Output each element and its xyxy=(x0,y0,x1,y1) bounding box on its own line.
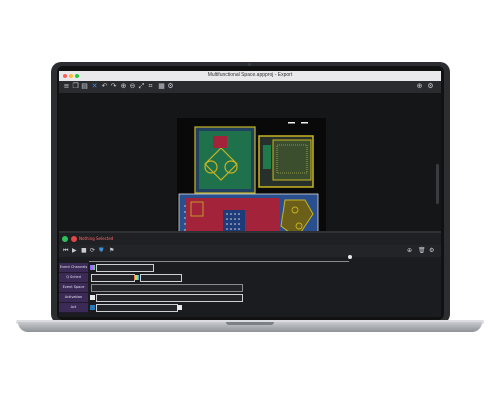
timeline-clip[interactable] xyxy=(140,274,182,282)
status-message: Nothing Selected xyxy=(79,236,114,241)
timeline-row: Event Channels xyxy=(59,263,441,273)
stop-square-icon[interactable]: ■ xyxy=(81,248,87,254)
loop-icon[interactable]: ⟳ xyxy=(90,248,95,254)
layers-icon[interactable]: ❒ xyxy=(72,83,79,90)
timeline-row: Q Sched xyxy=(59,273,441,283)
row-swatch xyxy=(90,295,95,300)
row-swatch xyxy=(90,265,95,270)
window-title: Multifunctional Space.appproj - Export xyxy=(207,72,293,78)
timeline-row: Act xyxy=(59,303,441,313)
select-icon[interactable]: ✕ xyxy=(91,83,98,90)
menu-icon[interactable]: ≡ xyxy=(63,83,70,90)
app-window: Multifunctional Space.appproj - Export ≡… xyxy=(59,71,441,317)
title-bar: Multifunctional Space.appproj - Export xyxy=(59,71,441,81)
timeline-row: Event Space xyxy=(59,283,441,293)
row-label: Q Sched xyxy=(59,273,88,283)
grid-icon[interactable]: ▦ xyxy=(158,83,165,90)
zoom-in-icon[interactable]: ⊕ xyxy=(120,83,127,90)
row-swatch xyxy=(177,305,182,310)
play-icon[interactable]: ▶ xyxy=(72,248,77,254)
trash-icon[interactable]: 🗑 xyxy=(418,248,426,254)
status-bar: Nothing Selected xyxy=(59,233,441,245)
row-label: Act xyxy=(59,303,88,313)
check-icon[interactable] xyxy=(62,236,68,242)
main-toolbar: ≡ ❒ ▤ ✕ ↶ ↷ ⊕ ⊖ ⤢ ⌗ ▦ ⚙ ⊕ ⚙ xyxy=(59,81,441,94)
time-ruler[interactable] xyxy=(89,257,349,262)
playhead[interactable] xyxy=(348,255,352,259)
camera-icon xyxy=(248,63,251,66)
timeline-clip[interactable] xyxy=(96,264,154,272)
crop-icon[interactable]: ⌗ xyxy=(147,83,154,90)
skip-back-icon[interactable]: ⏮ xyxy=(63,248,68,254)
document-icon[interactable]: ▤ xyxy=(81,83,88,90)
add-track-icon[interactable]: ⊕ xyxy=(407,248,412,254)
timeline-clip[interactable] xyxy=(96,294,243,302)
timeline-settings-icon[interactable]: ⚙ xyxy=(429,248,434,254)
row-swatch xyxy=(134,275,139,280)
zoom-out-icon[interactable]: ⊖ xyxy=(129,83,136,90)
row-label: Event Space xyxy=(59,283,88,293)
timeline-panel: Event Channels Q Sched Event Space Activ… xyxy=(59,255,441,317)
add-icon[interactable]: ⊕ xyxy=(416,83,423,90)
timeline-clip[interactable] xyxy=(91,284,243,292)
gear-icon[interactable]: ⚙ xyxy=(427,83,434,90)
laptop-notch xyxy=(226,322,274,325)
undo-icon[interactable]: ↶ xyxy=(101,83,108,90)
stop-icon[interactable] xyxy=(71,236,77,242)
timeline-toolbar: ⏮ ▶ ■ ⟳ ⛊ ⚑ ⊕ 🗑 ⚙ xyxy=(59,245,441,257)
fit-icon[interactable]: ⤢ xyxy=(138,83,145,90)
timeline-clip[interactable] xyxy=(91,274,135,282)
row-label: Event Channels xyxy=(59,263,88,273)
redo-icon[interactable]: ↷ xyxy=(110,83,117,90)
flag-icon[interactable]: ⚑ xyxy=(109,248,114,254)
timeline-clip[interactable] xyxy=(96,304,178,312)
shield-icon[interactable]: ⛊ xyxy=(99,248,104,254)
row-swatch xyxy=(90,305,95,310)
vertical-scrollbar[interactable] xyxy=(436,164,439,204)
design-canvas[interactable] xyxy=(59,94,441,252)
timeline-row: Activation xyxy=(59,293,441,303)
row-label: Activation xyxy=(59,293,88,303)
settings-icon[interactable]: ⚙ xyxy=(167,83,174,90)
